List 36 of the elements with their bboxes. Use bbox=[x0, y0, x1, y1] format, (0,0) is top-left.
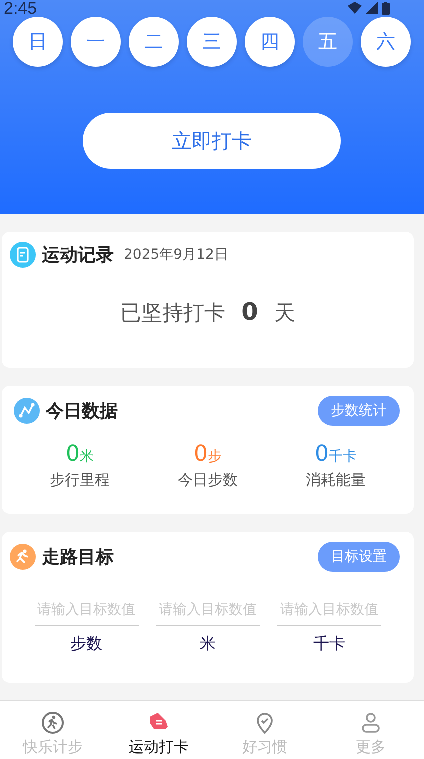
day-button[interactable]: 四 bbox=[245, 17, 295, 67]
streak-count: 0 bbox=[242, 298, 258, 326]
status-time: 2:45 bbox=[4, 0, 38, 17]
day-button[interactable]: 一 bbox=[71, 17, 121, 67]
day-button[interactable]: 六 bbox=[361, 17, 411, 67]
runner-icon bbox=[41, 711, 65, 735]
section-title: 走路目标 bbox=[42, 546, 114, 569]
battery-icon bbox=[382, 2, 390, 15]
section-title: 今日数据 bbox=[46, 400, 118, 423]
metric-value: 0千卡 bbox=[315, 442, 357, 467]
metric-label: 今日步数 bbox=[178, 471, 238, 490]
metric-label: 步行里程 bbox=[50, 471, 110, 490]
notebook-icon bbox=[10, 242, 36, 268]
goal-unit: 米 bbox=[200, 634, 216, 655]
goal-unit: 千卡 bbox=[313, 634, 346, 655]
section-title: 运动记录 bbox=[42, 244, 114, 267]
metric-value: 0步 bbox=[194, 442, 222, 467]
day-button[interactable]: 五 bbox=[303, 17, 353, 67]
goal-settings-button[interactable]: 目标设置 bbox=[318, 542, 400, 572]
metric-value: 0米 bbox=[66, 442, 94, 467]
day-button[interactable]: 三 bbox=[187, 17, 237, 67]
tab-item[interactable]: 运动打卡 bbox=[106, 701, 212, 759]
wifi-icon bbox=[348, 2, 362, 14]
day-button[interactable]: 二 bbox=[129, 17, 179, 67]
runner-icon bbox=[10, 544, 36, 570]
person-icon bbox=[359, 711, 383, 735]
metric-label: 消耗能量 bbox=[306, 471, 366, 490]
step-stats-button[interactable]: 步数统计 bbox=[318, 396, 400, 426]
trend-icon bbox=[14, 398, 40, 424]
day-button[interactable]: 日 bbox=[13, 17, 63, 67]
goal-unit: 步数 bbox=[70, 634, 103, 655]
record-date: 2025年9月12日 bbox=[124, 246, 228, 264]
signal-icon bbox=[366, 2, 378, 14]
checkin-button[interactable]: 立即打卡 bbox=[83, 113, 341, 169]
streak-unit: 天 bbox=[274, 300, 296, 327]
streak-label: 已坚持打卡 bbox=[120, 300, 226, 327]
